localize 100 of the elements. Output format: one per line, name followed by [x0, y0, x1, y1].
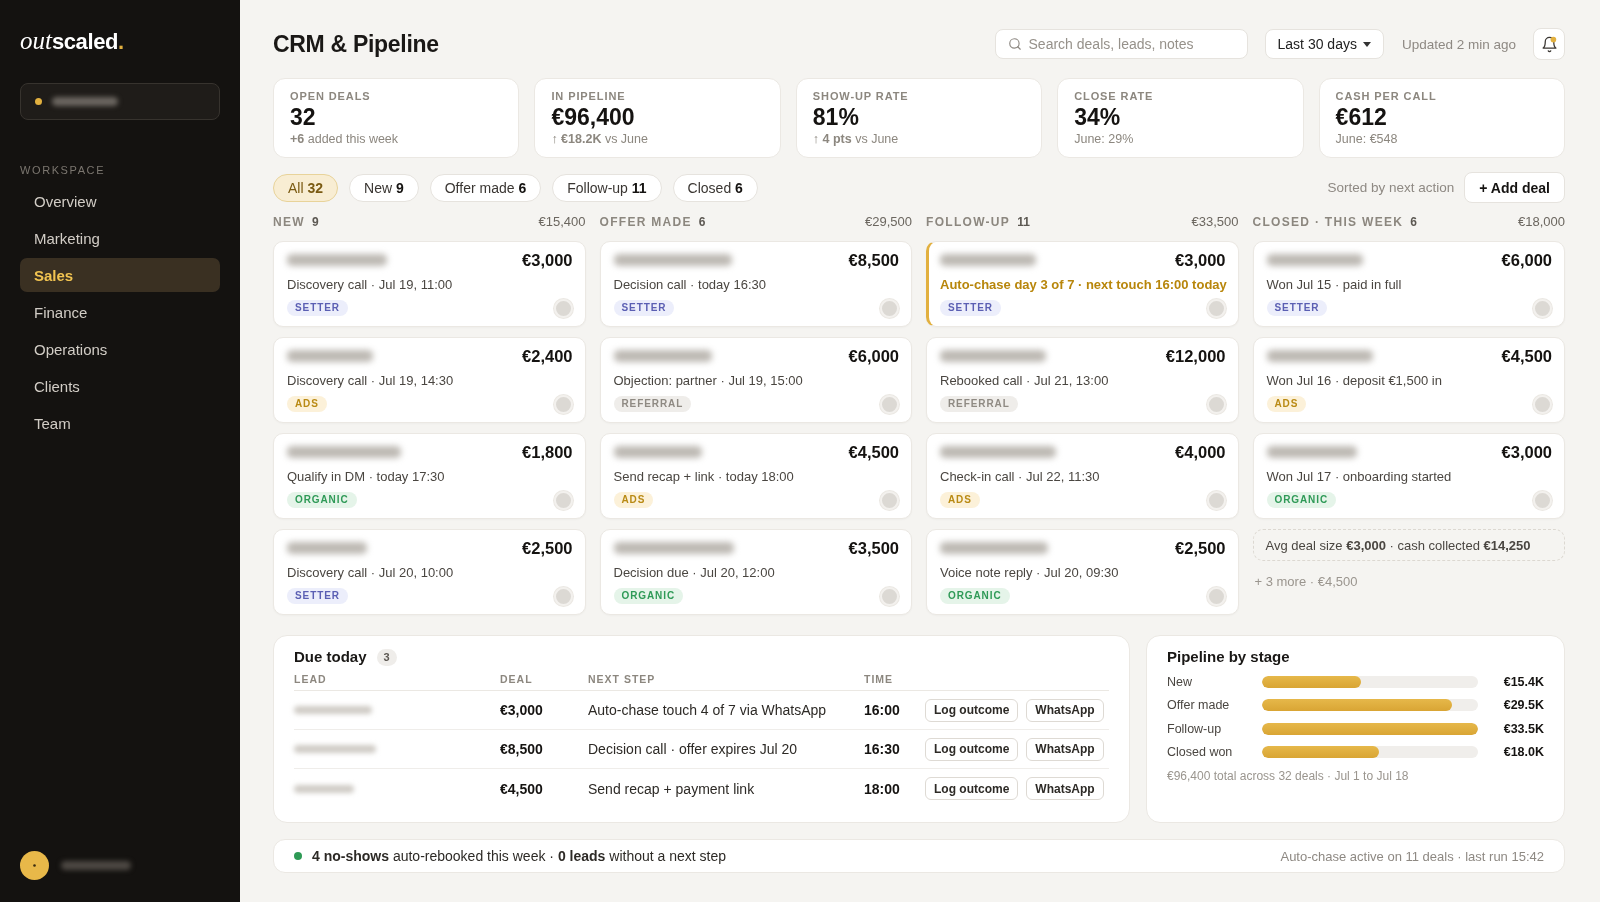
deal-amount: €3,000 — [522, 250, 573, 270]
deal-card[interactable]: €2,500 Voice note reply · Jul 20, 09:30 ORGANIC — [926, 529, 1239, 615]
deal-amount: €1,800 — [522, 442, 573, 462]
table-cell: €3,000 — [500, 702, 543, 718]
deal-card[interactable]: €3,000 Auto-chase day 3 of 7 · next touch 16:00 today SETTER — [926, 241, 1239, 327]
nav-item[interactable]: Team — [20, 406, 220, 440]
deal-amount: €3,500 — [848, 538, 899, 558]
source-tag: ADS — [287, 396, 327, 412]
nav-item[interactable]: Operations — [20, 332, 220, 366]
source-tag: SETTER — [1266, 300, 1328, 316]
deal-next-step: Won Jul 16 · deposit €1,500 in — [1266, 372, 1442, 390]
avatar-icon — [1533, 490, 1552, 510]
deal-card[interactable]: €3,000 Discovery call · Jul 19, 11:00 SETTER — [273, 241, 586, 327]
action-button[interactable]: Log outcome — [925, 698, 1019, 722]
deal-next-step: Won Jul 15 · paid in full — [1266, 276, 1402, 294]
table-cell: Auto-chase touch 4 of 7 via WhatsApp — [588, 702, 827, 718]
deal-next-step: Won Jul 17 · onboarding started — [1266, 468, 1452, 486]
column-count: 6 — [1410, 214, 1417, 230]
blurred-text — [61, 861, 131, 870]
stage-value: €29.5K — [1503, 698, 1544, 713]
deal-amount: €6,000 — [1501, 250, 1552, 270]
workspace-selector[interactable] — [20, 83, 220, 120]
table-cell: 16:00 — [864, 702, 900, 718]
deal-next-step: Check-in call · Jul 22, 11:30 — [940, 468, 1100, 486]
deal-card[interactable]: €3,500 Decision due · Jul 20, 12:00 ORGANIC — [599, 529, 912, 615]
avatar-icon — [553, 490, 573, 510]
source-tag: ADS — [1266, 396, 1307, 412]
avatar-icon — [1206, 298, 1226, 318]
column-total: €33,500 — [1191, 214, 1239, 230]
filter-chip[interactable]: Offer made 6 — [429, 173, 542, 202]
deal-next-step: Rebooked call · Jul 21, 13:00 — [940, 372, 1109, 390]
last-updated-text: Updated 2 min ago — [1401, 36, 1516, 52]
filter-chip[interactable]: New 9 — [349, 173, 419, 202]
table-cell: 18:00 — [864, 780, 900, 797]
source-tag: ORGANIC — [613, 588, 684, 604]
column-total: €29,500 — [865, 214, 912, 230]
notifications-button[interactable] — [1533, 28, 1565, 60]
avatar-icon — [1533, 298, 1552, 318]
deal-amount: €4,500 — [1501, 346, 1552, 366]
source-tag: SETTER — [287, 300, 348, 316]
action-button[interactable]: Log outcome — [925, 737, 1019, 761]
deal-next-step: Decision call · today 16:30 — [613, 276, 766, 294]
kpi-label: CASH PER CALL — [1335, 89, 1437, 103]
stage-value: €15.4K — [1503, 674, 1544, 689]
column-count: 11 — [1017, 214, 1030, 230]
caret-icon — [1362, 41, 1371, 47]
kpi-value: 32 — [290, 103, 316, 131]
deal-next-step: Discovery call · Jul 19, 11:00 — [287, 276, 453, 294]
action-button[interactable]: WhatsApp — [1026, 777, 1104, 800]
avatar-icon — [1206, 490, 1226, 510]
deal-card[interactable]: €4,500 Won Jul 16 · deposit €1,500 in ADS — [1252, 337, 1565, 423]
deal-card[interactable]: €6,000 Objection: partner · Jul 19, 15:00 REFERRAL — [599, 337, 912, 423]
deal-amount: €8,500 — [848, 250, 899, 270]
column-count: 6 — [698, 214, 706, 230]
deal-card[interactable]: €1,800 Qualify in DM · today 17:30 ORGANIC — [273, 433, 586, 519]
filter-chip[interactable]: Follow-up 11 — [552, 173, 662, 202]
deal-card[interactable]: €2,500 Discovery call · Jul 20, 10:00 SETTER — [273, 529, 586, 615]
avatar-icon — [880, 586, 899, 606]
panel-title: Pipeline by stage — [1167, 647, 1290, 667]
deal-card[interactable]: €3,000 Won Jul 17 · onboarding started ORGANIC — [1252, 433, 1565, 519]
source-tag: ORGANIC — [940, 588, 1010, 604]
nav-item[interactable]: Sales — [20, 258, 220, 292]
deal-card[interactable]: €4,000 Check-in call · Jul 22, 11:30 ADS — [926, 433, 1239, 519]
search-field[interactable]: Search deals, leads, notes — [994, 29, 1248, 59]
kpi-note: June: €548 — [1335, 131, 1398, 147]
avatar-icon — [1533, 394, 1552, 414]
deal-card[interactable]: €2,400 Discovery call · Jul 19, 14:30 ADS — [273, 337, 586, 423]
source-tag: ORGANIC — [1266, 492, 1337, 508]
filter-chip[interactable]: Closed 6 — [672, 173, 758, 202]
deal-card[interactable]: €6,000 Won Jul 15 · paid in full SETTER — [1252, 241, 1565, 327]
kpi-value: €612 — [1335, 103, 1387, 131]
avatar-icon[interactable] — [20, 851, 49, 880]
stage-label: New — [1167, 674, 1192, 689]
status-summary: 4 no-shows auto-rebooked this week · 0 leads without a next step — [312, 848, 726, 864]
nav-item[interactable]: Marketing — [20, 221, 220, 255]
date-range-dropdown[interactable]: Last 30 days — [1264, 29, 1384, 59]
filter-chip[interactable]: All 32 — [273, 173, 339, 202]
column-header: DEAL — [500, 672, 533, 686]
auto-chase-status: Auto-chase active on 11 deals · last run 15:42 — [1280, 848, 1544, 864]
deal-amount: €12,000 — [1165, 346, 1226, 366]
section-heading: WORKSPACE — [20, 163, 106, 177]
action-button[interactable]: WhatsApp — [1026, 698, 1104, 722]
deal-amount: €6,000 — [848, 346, 899, 366]
avatar-icon — [553, 586, 573, 606]
avatar-icon — [880, 490, 899, 510]
table-cell: 16:30 — [864, 741, 900, 757]
nav-item[interactable]: Clients — [20, 369, 220, 403]
source-tag: ADS — [940, 492, 980, 508]
nav-item[interactable]: Overview — [20, 184, 220, 218]
panel-title: Due today — [294, 647, 367, 667]
action-button[interactable]: Log outcome — [925, 777, 1019, 800]
deal-next-step: Discovery call · Jul 19, 14:30 — [287, 372, 454, 390]
kpi-note: June: 29% — [1074, 131, 1134, 147]
kpi-note: ↑ €18.2K vs June — [551, 131, 648, 147]
add-deal-button[interactable]: + Add deal — [1464, 172, 1565, 203]
nav-item[interactable]: Finance — [20, 295, 220, 329]
deal-card[interactable]: €8,500 Decision call · today 16:30 SETTER — [599, 241, 912, 327]
action-button[interactable]: WhatsApp — [1026, 737, 1104, 761]
deal-card[interactable]: €4,500 Send recap + link · today 18:00 ADS — [599, 433, 912, 519]
deal-card[interactable]: €12,000 Rebooked call · Jul 21, 13:00 REFERRAL — [926, 337, 1239, 423]
